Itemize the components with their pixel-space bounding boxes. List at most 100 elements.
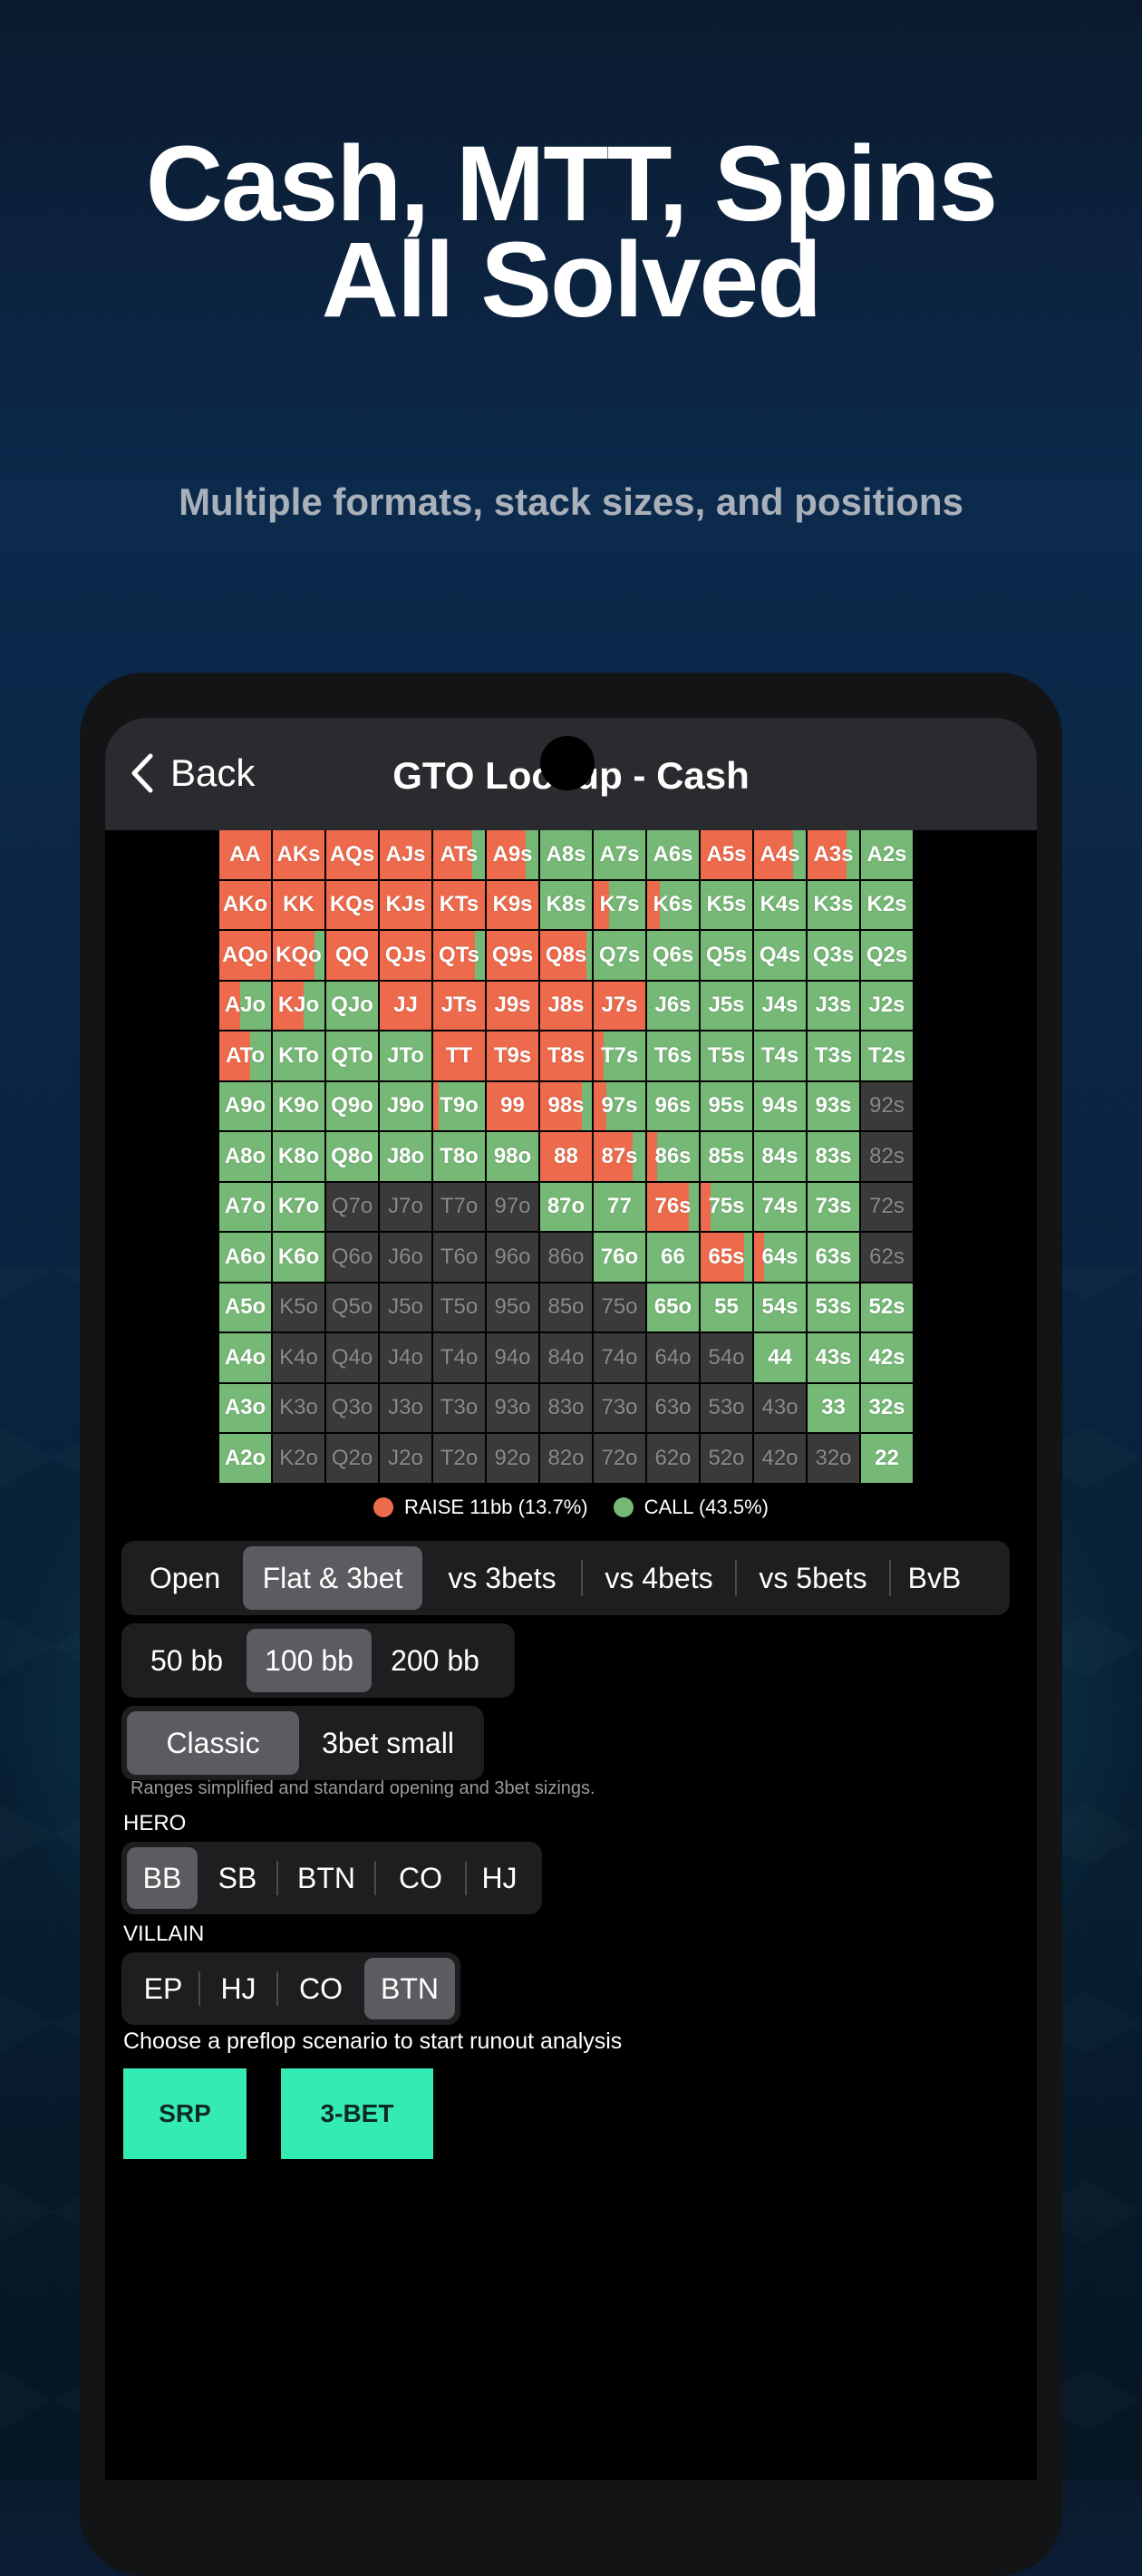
hand-cell[interactable]: A9s [487,830,538,879]
hand-cell[interactable]: Q4s [754,931,806,980]
tab-vs-3bets[interactable]: vs 3bets [422,1546,583,1610]
hand-cell[interactable]: 66 [647,1233,699,1282]
hand-cell[interactable]: Q7o [326,1182,378,1231]
hand-cell[interactable]: 43s [808,1333,859,1382]
hand-cell[interactable]: 75s [701,1182,752,1231]
hand-cell[interactable]: A7s [594,830,645,879]
hero-option-co[interactable]: CO [375,1847,467,1909]
hand-cell[interactable]: J9o [380,1081,431,1130]
hand-cell[interactable]: AQo [219,931,271,980]
hand-cell[interactable]: 64s [754,1233,806,1282]
hand-cell[interactable]: A8s [540,830,592,879]
hand-cell[interactable]: T8s [540,1031,592,1080]
hand-cell[interactable]: J3s [808,981,859,1030]
hand-cell[interactable]: T5o [433,1283,485,1332]
tab-open[interactable]: Open [127,1546,243,1610]
hand-cell[interactable]: T5s [701,1031,752,1080]
hand-cell[interactable]: 87s [594,1132,645,1181]
hand-cell[interactable]: 95s [701,1081,752,1130]
tab-vs-5bets[interactable]: vs 5bets [736,1546,891,1610]
hand-cell[interactable]: 55 [701,1283,752,1332]
hand-cell[interactable]: K7s [594,880,645,929]
hand-cell[interactable]: 93o [487,1383,538,1432]
sizing-tab-3bet-small[interactable]: 3bet small [299,1711,477,1775]
hand-cell[interactable]: 96s [647,1081,699,1130]
hand-cell[interactable]: 73s [808,1182,859,1231]
hand-cell[interactable]: Q4o [326,1333,378,1382]
hand-cell[interactable]: T9s [487,1031,538,1080]
hand-cell[interactable]: QTo [326,1031,378,1080]
hand-cell[interactable]: 32s [861,1383,913,1432]
hand-cell[interactable]: 82s [861,1132,913,1181]
hand-cell[interactable]: 53s [808,1283,859,1332]
hand-cell[interactable]: AJs [380,830,431,879]
hand-cell[interactable]: 88 [540,1132,592,1181]
hand-cell[interactable]: Q2o [326,1434,378,1483]
hand-cell[interactable]: 65o [647,1283,699,1332]
hand-cell[interactable]: AQs [326,830,378,879]
hand-cell[interactable]: 84s [754,1132,806,1181]
hand-cell[interactable]: 86s [647,1132,699,1181]
hand-cell[interactable]: ATo [219,1031,271,1080]
hand-cell[interactable]: 93s [808,1081,859,1130]
hero-option-btn[interactable]: BTN [277,1847,376,1909]
hand-cell[interactable]: K2o [273,1434,324,1483]
hand-cell[interactable]: K6o [273,1233,324,1282]
hand-cell[interactable]: KTs [433,880,485,929]
stack-tab-100-bb[interactable]: 100 bb [247,1629,372,1692]
hand-cell[interactable]: 52s [861,1283,913,1332]
villain-option-co[interactable]: CO [277,1958,364,2019]
hand-cell[interactable]: K8o [273,1132,324,1181]
hand-cell[interactable]: K2s [861,880,913,929]
hand-cell[interactable]: Q3s [808,931,859,980]
hand-cell[interactable]: K9s [487,880,538,929]
hand-cell[interactable]: 76o [594,1233,645,1282]
hand-cell[interactable]: 32o [808,1434,859,1483]
hand-cell[interactable]: JTs [433,981,485,1030]
hand-cell[interactable]: A6s [647,830,699,879]
hand-cell[interactable]: Q8o [326,1132,378,1181]
hand-cell[interactable]: Q6s [647,931,699,980]
hand-cell[interactable]: A5o [219,1283,271,1332]
villain-option-hj[interactable]: HJ [199,1958,278,2019]
hand-cell[interactable]: KK [273,880,324,929]
hand-cell[interactable]: T2s [861,1031,913,1080]
hand-cell[interactable]: J6s [647,981,699,1030]
hand-cell[interactable]: 92o [487,1434,538,1483]
hand-cell[interactable]: J4o [380,1333,431,1382]
stack-tab-50-bb[interactable]: 50 bb [127,1629,247,1692]
hand-cell[interactable]: 85s [701,1132,752,1181]
hand-cell[interactable]: 22 [861,1434,913,1483]
hand-cell[interactable]: 87o [540,1182,592,1231]
hand-cell[interactable]: AA [219,830,271,879]
hand-cell[interactable]: JJ [380,981,431,1030]
hand-cell[interactable]: 73o [594,1383,645,1432]
hand-cell[interactable]: J8o [380,1132,431,1181]
three-bet-button[interactable]: 3-BET [281,2068,433,2159]
hand-cell[interactable]: K9o [273,1081,324,1130]
hand-cell[interactable]: 92s [861,1081,913,1130]
hand-cell[interactable]: 97o [487,1182,538,1231]
villain-option-ep[interactable]: EP [127,1958,200,2019]
hand-cell[interactable]: T8o [433,1132,485,1181]
hand-cell[interactable]: K3s [808,880,859,929]
hand-cell[interactable]: A8o [219,1132,271,1181]
hand-cell[interactable]: 86o [540,1233,592,1282]
stack-tab-200-bb[interactable]: 200 bb [372,1629,498,1692]
hand-cell[interactable]: AKs [273,830,324,879]
hand-cell[interactable]: 94s [754,1081,806,1130]
hand-cell[interactable]: 72s [861,1182,913,1231]
hand-cell[interactable]: 96o [487,1233,538,1282]
hand-cell[interactable]: 54s [754,1283,806,1332]
hand-cell[interactable]: JTo [380,1031,431,1080]
hand-cell[interactable]: T7o [433,1182,485,1231]
hand-cell[interactable]: Q5s [701,931,752,980]
hand-cell[interactable]: K7o [273,1182,324,1231]
hand-cell[interactable]: KQs [326,880,378,929]
hand-cell[interactable]: ATs [433,830,485,879]
hand-cell[interactable]: 42s [861,1333,913,1382]
hand-cell[interactable]: 33 [808,1383,859,1432]
hand-cell[interactable]: 95o [487,1283,538,1332]
hand-cell[interactable]: AJo [219,981,271,1030]
hand-cell[interactable]: QTs [433,931,485,980]
